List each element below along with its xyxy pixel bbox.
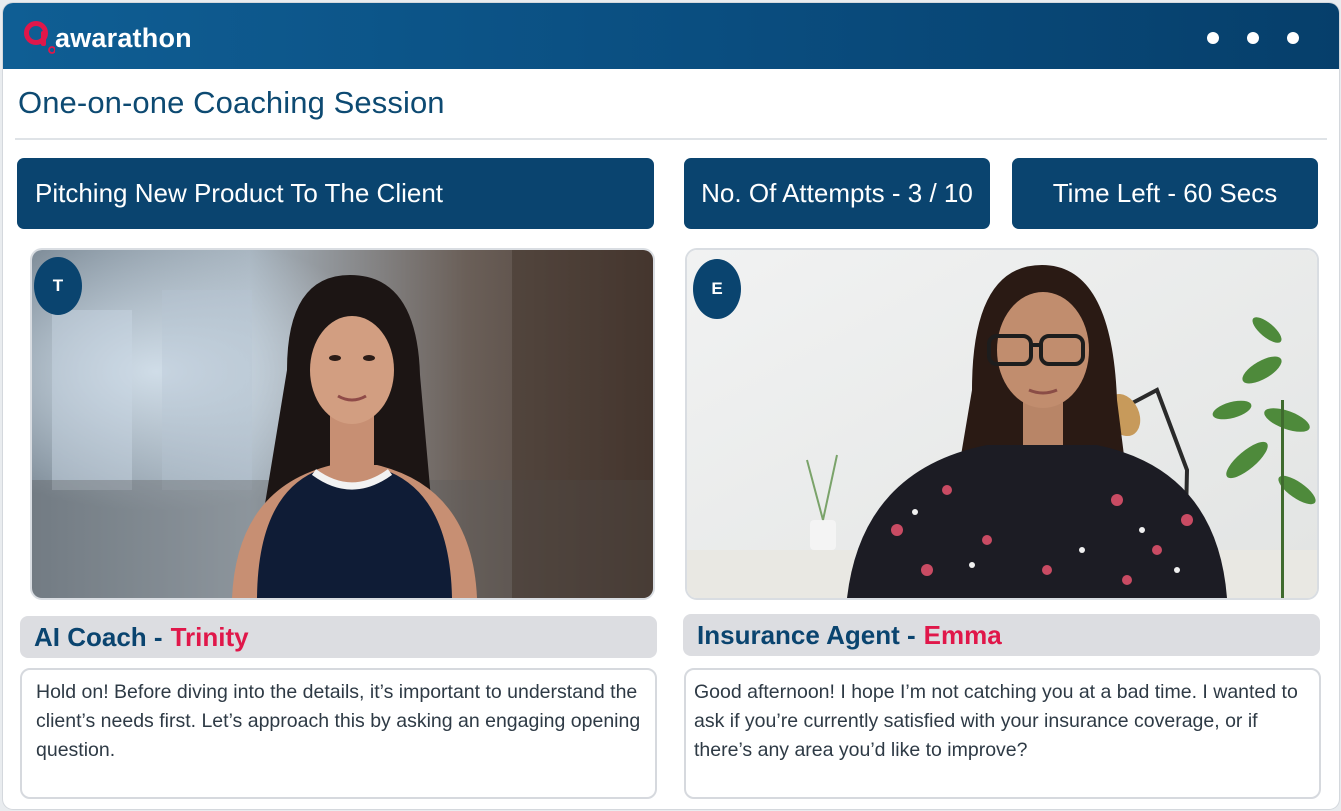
app-window: awarathon One-on-one Coaching Session Pi… xyxy=(3,3,1339,809)
scenario-banner: Pitching New Product To The Client xyxy=(17,158,654,229)
agent-message: Good afternoon! I hope I’m not catching … xyxy=(684,668,1321,799)
coach-avatar-badge: T xyxy=(34,257,82,315)
page-title: One-on-one Coaching Session xyxy=(18,85,445,120)
separator-text: - xyxy=(906,619,916,650)
time-left-timer: Time Left - 60 Secs xyxy=(1012,158,1318,229)
top-bar: awarathon xyxy=(3,3,1339,69)
dot-icon xyxy=(1247,32,1259,44)
dot-icon xyxy=(1207,32,1219,44)
agent-video-image xyxy=(687,250,1317,598)
coach-message: Hold on! Before diving into the details,… xyxy=(20,668,657,799)
brand-logo[interactable]: awarathon xyxy=(23,19,192,55)
dot-icon xyxy=(1287,32,1299,44)
coach-name: Trinity xyxy=(170,621,249,652)
logo-icon xyxy=(24,21,55,54)
coach-name-bar: AI Coach - Trinity xyxy=(20,616,657,658)
agent-name-bar: Insurance Agent - Emma xyxy=(683,614,1320,656)
agent-name: Emma xyxy=(923,619,1002,650)
coach-role: AI Coach xyxy=(34,621,147,652)
coach-video-feed[interactable] xyxy=(30,248,655,600)
agent-video-feed[interactable] xyxy=(685,248,1319,600)
divider xyxy=(15,138,1327,140)
brand-name: awarathon xyxy=(55,22,192,53)
coach-separator: - xyxy=(147,622,163,653)
separator-text: - xyxy=(153,621,163,652)
agent-avatar-badge: E xyxy=(693,259,741,319)
agent-separator: - xyxy=(900,620,916,651)
attempts-counter: No. Of Attempts - 3 / 10 xyxy=(684,158,990,229)
agent-role: Insurance Agent xyxy=(697,619,900,650)
coach-video-image xyxy=(32,250,653,598)
more-dots-icon[interactable] xyxy=(1207,32,1299,44)
